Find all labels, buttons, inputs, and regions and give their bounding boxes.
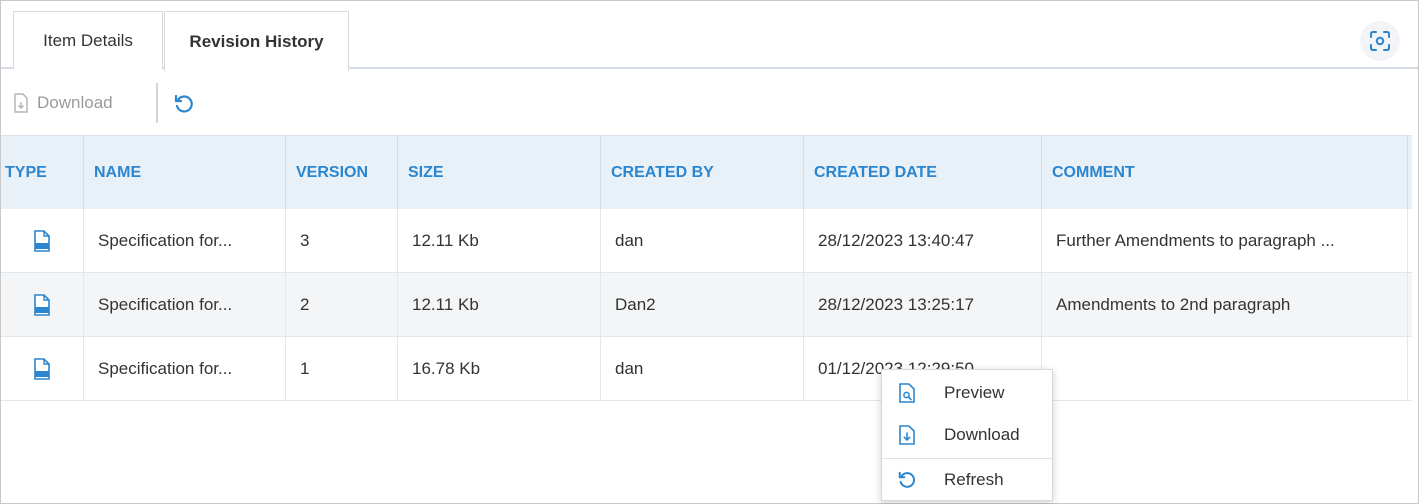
- context-menu-label: Refresh: [944, 469, 1004, 489]
- comment-cell: [1042, 337, 1408, 401]
- size-cell: 12.11 Kb: [398, 273, 601, 337]
- version-cell: 2: [286, 273, 398, 337]
- name-cell: Specification for...: [84, 273, 286, 337]
- context-menu-label: Download: [944, 425, 1020, 444]
- context-menu-item-download[interactable]: Download: [882, 414, 1052, 456]
- column-header-version[interactable]: VERSION: [286, 136, 398, 210]
- tab-item-details[interactable]: Item Details: [13, 11, 163, 69]
- context-menu: Preview Download Refresh: [881, 369, 1053, 501]
- name-cell: Specification for...: [84, 337, 286, 401]
- column-header-type[interactable]: TYPE: [1, 136, 84, 210]
- column-header-created-by[interactable]: CREATED BY: [601, 136, 804, 210]
- created-by-cell: Dan2: [601, 273, 804, 337]
- tab-revision-history[interactable]: Revision History: [164, 11, 349, 71]
- version-cell: 3: [286, 209, 398, 273]
- column-header-created-date[interactable]: CREATED DATE: [804, 136, 1042, 210]
- created-by-cell: dan: [601, 337, 804, 401]
- toolbar-refresh-button[interactable]: [171, 91, 197, 117]
- type-cell: [1, 337, 84, 401]
- docx-file-icon: [34, 358, 50, 380]
- docx-file-icon: [34, 294, 50, 316]
- context-menu-label: Preview: [944, 383, 1005, 402]
- download-icon: [896, 424, 918, 446]
- table-row[interactable]: Specification for... 2 12.11 Kb Dan2 28/…: [1, 273, 1412, 337]
- refresh-icon: [174, 94, 193, 113]
- version-cell: 1: [286, 337, 398, 401]
- refresh-icon: [896, 469, 918, 491]
- size-cell: 16.78 Kb: [398, 337, 601, 401]
- column-header-size[interactable]: SIZE: [398, 136, 601, 210]
- created-by-cell: dan: [601, 209, 804, 273]
- focus-frame-icon: [1370, 31, 1390, 51]
- tab-bar: Item Details Revision History: [1, 1, 1418, 71]
- type-cell: [1, 273, 84, 337]
- comment-cell: Further Amendments to paragraph ...: [1042, 209, 1408, 273]
- revision-history-panel: Item Details Revision History Download T…: [0, 0, 1419, 504]
- created-date-cell: 28/12/2023 13:25:17: [804, 273, 1042, 337]
- column-header-comment[interactable]: COMMENT: [1042, 136, 1408, 210]
- context-menu-item-refresh[interactable]: Refresh: [882, 458, 1052, 500]
- preview-icon: [896, 382, 918, 404]
- toolbar-separator: [156, 83, 158, 123]
- toolbar-download-button[interactable]: Download: [13, 87, 113, 119]
- context-menu-item-preview[interactable]: Preview: [882, 372, 1052, 414]
- table-header: TYPE NAME VERSION SIZE CREATED BY CREATE…: [1, 135, 1412, 210]
- table-row[interactable]: Specification for... 1 16.78 Kb dan 01/1…: [1, 337, 1412, 401]
- name-cell: Specification for...: [84, 209, 286, 273]
- docx-file-icon: [34, 230, 50, 252]
- created-date-cell: 28/12/2023 13:40:47: [804, 209, 1042, 273]
- comment-cell: Amendments to 2nd paragraph: [1042, 273, 1408, 337]
- toolbar-download-label: Download: [37, 93, 113, 112]
- size-cell: 12.11 Kb: [398, 209, 601, 273]
- type-cell: [1, 209, 84, 273]
- column-header-name[interactable]: NAME: [84, 136, 286, 210]
- fullscreen-button[interactable]: [1360, 21, 1400, 61]
- download-icon: [14, 93, 28, 113]
- toolbar: Download: [1, 71, 1418, 135]
- table-row[interactable]: Specification for... 3 12.11 Kb dan 28/1…: [1, 209, 1412, 273]
